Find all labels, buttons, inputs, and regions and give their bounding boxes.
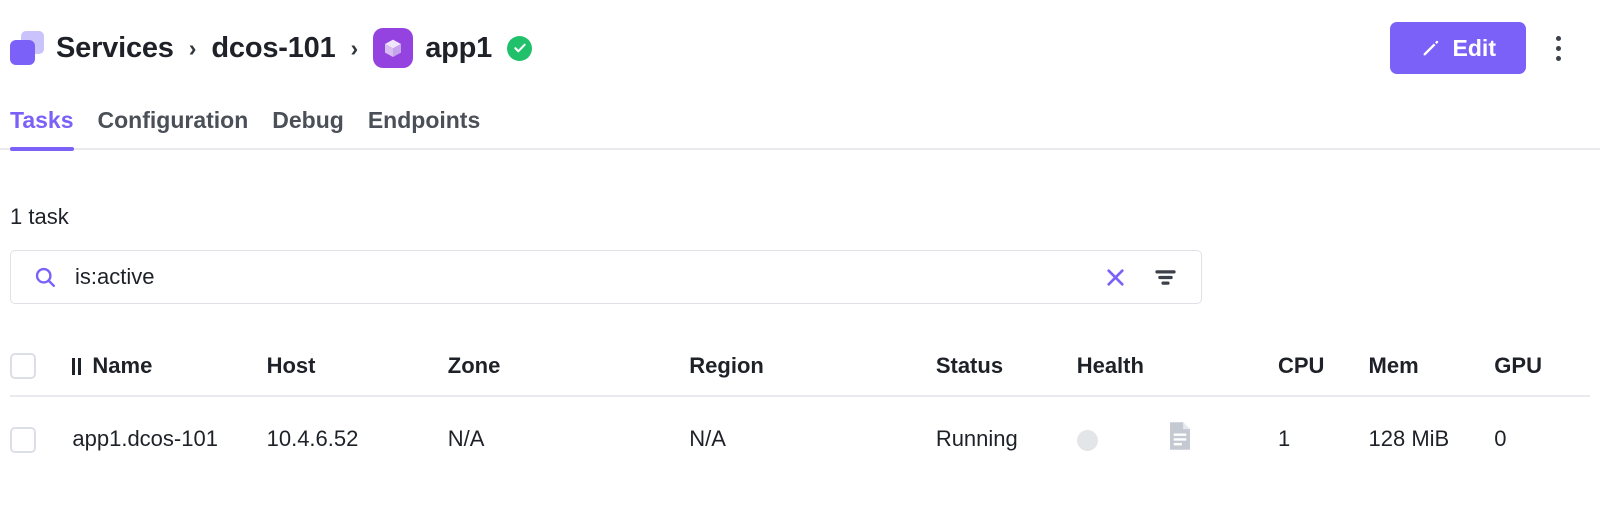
breadcrumb-item-app1[interactable]: app1 xyxy=(373,28,533,68)
column-header-logs xyxy=(1167,352,1278,398)
search-input[interactable] xyxy=(75,264,1099,290)
app-cube-icon xyxy=(373,28,414,68)
breadcrumb-separator-1: › xyxy=(188,34,197,61)
cell-logs[interactable] xyxy=(1167,396,1278,457)
pause-icon xyxy=(72,357,82,375)
tasks-panel: 1 task is:active Name Host Zone Region S… xyxy=(0,204,1600,457)
column-header-cpu[interactable]: CPU xyxy=(1277,352,1369,398)
search-row xyxy=(10,250,1590,304)
services-stack-icon xyxy=(10,31,44,65)
breadcrumb-label-services: Services xyxy=(56,31,174,64)
cell-health xyxy=(1076,396,1168,457)
breadcrumb-separator-2: › xyxy=(350,34,359,61)
column-header-mem[interactable]: Mem xyxy=(1368,352,1495,398)
tab-configuration[interactable]: Configuration xyxy=(86,107,261,148)
breadcrumb-item-services[interactable]: Services xyxy=(10,31,174,65)
search-box[interactable] xyxy=(10,250,1202,304)
page-header: Services › dcos-101 › app1 Edit xyxy=(0,0,1600,96)
cell-host: 10.4.6.52 xyxy=(266,426,359,452)
cell-status: Running xyxy=(935,426,1018,452)
row-select-cell xyxy=(10,396,72,457)
cell-gpu: 0 xyxy=(1494,426,1507,452)
task-count-label: 1 task xyxy=(10,204,69,229)
tab-bar: Tasks Configuration Debug Endpoints xyxy=(0,96,1600,151)
edit-button-label: Edit xyxy=(1452,34,1496,61)
table-row[interactable]: app1.dcos-101 10.4.6.52 N/A N/A Running xyxy=(10,396,1590,457)
check-circle-icon xyxy=(507,35,533,61)
column-header-zone[interactable]: Zone xyxy=(447,352,690,398)
tab-endpoints-label: Endpoints xyxy=(367,107,481,133)
tasks-table: Name Host Zone Region Status Health CPU … xyxy=(10,352,1590,457)
select-all-header xyxy=(10,352,73,398)
document-log-icon[interactable] xyxy=(1167,421,1193,451)
tab-configuration-label: Configuration xyxy=(97,107,249,133)
column-header-status[interactable]: Status xyxy=(935,352,1077,398)
column-header-health[interactable]: Health xyxy=(1076,352,1168,398)
close-icon[interactable] xyxy=(1099,261,1132,294)
cell-name[interactable]: app1.dcos-101 xyxy=(72,396,266,457)
breadcrumb: Services › dcos-101 › app1 xyxy=(10,28,1390,68)
health-dot-icon xyxy=(1076,429,1098,451)
kebab-menu-icon[interactable] xyxy=(1534,24,1582,72)
column-header-name-label: Name xyxy=(92,353,153,379)
tab-endpoints[interactable]: Endpoints xyxy=(356,107,492,148)
breadcrumb-label-dcos-101: dcos-101 xyxy=(211,31,336,64)
column-header-gpu[interactable]: GPU xyxy=(1494,352,1590,398)
tab-tasks-label: Tasks xyxy=(10,107,74,133)
tab-debug[interactable]: Debug xyxy=(260,107,356,148)
table-header-row: Name Host Zone Region Status Health CPU … xyxy=(10,352,1590,398)
cell-cpu: 1 xyxy=(1277,426,1291,452)
header-actions: Edit xyxy=(1389,22,1582,74)
breadcrumb-label-app1: app1 xyxy=(425,31,493,64)
search-actions xyxy=(1099,260,1183,295)
row-checkbox[interactable] xyxy=(10,426,36,453)
tab-tasks[interactable]: Tasks xyxy=(10,107,86,151)
select-all-checkbox[interactable] xyxy=(10,353,36,380)
column-header-host[interactable]: Host xyxy=(266,352,448,398)
tab-debug-label: Debug xyxy=(272,107,344,133)
cell-mem: 128 MiB xyxy=(1368,426,1450,452)
filter-icon[interactable] xyxy=(1148,260,1183,295)
column-header-name[interactable]: Name xyxy=(72,352,267,398)
cell-zone: N/A xyxy=(447,426,485,452)
pencil-icon xyxy=(1420,37,1442,59)
breadcrumb-item-dcos-101[interactable]: dcos-101 xyxy=(211,32,335,65)
column-header-region[interactable]: Region xyxy=(689,352,936,398)
cell-region: N/A xyxy=(689,426,726,452)
edit-button[interactable]: Edit xyxy=(1389,22,1526,74)
search-icon xyxy=(33,265,58,290)
